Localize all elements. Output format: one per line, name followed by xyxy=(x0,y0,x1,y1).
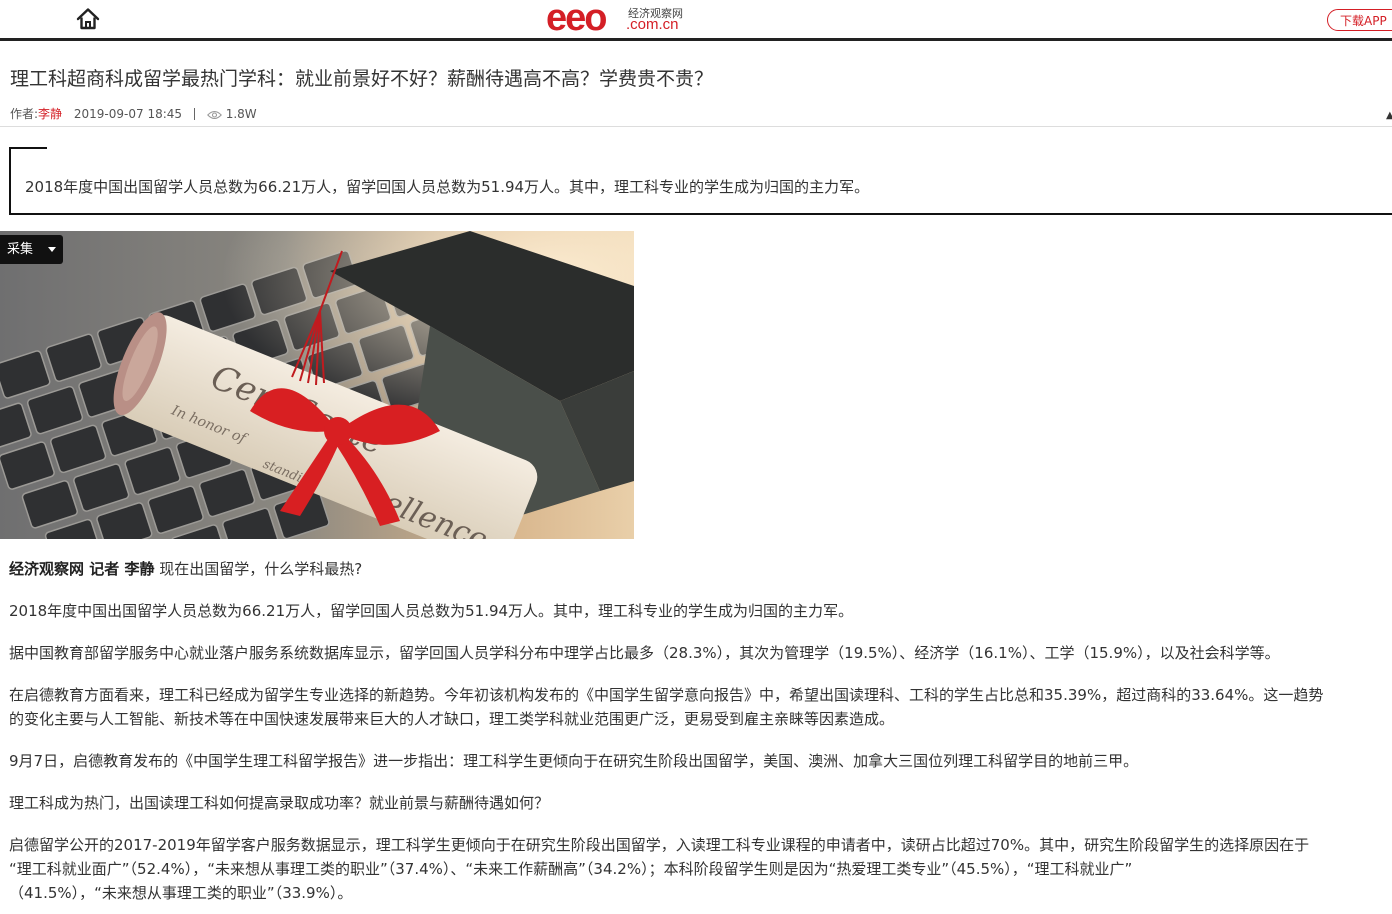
home-icon[interactable] xyxy=(75,6,101,32)
paragraph: （41.5%），“未来想从事理工类的职业”（33.9%）。 xyxy=(9,884,353,902)
header-divider xyxy=(0,38,1392,41)
meta-divider xyxy=(0,126,1392,127)
article-image: Certificate In honor of standing cellenc… xyxy=(0,231,634,539)
logo-domain-text: .com.cn xyxy=(626,16,679,33)
collect-button[interactable]: 采集 xyxy=(0,235,63,264)
collect-label: 采集 xyxy=(7,242,34,257)
paragraph: 据中国教育部留学服务中心就业落户服务系统数据库显示，留学回国人员学科分布中理学占… xyxy=(9,644,1280,662)
article-meta: 作者:李静 2019-09-07 18:45 1.8W xyxy=(10,105,257,122)
author-link[interactable]: 李静 xyxy=(38,107,62,121)
logo-text: eeo xyxy=(546,0,608,39)
view-count: 1.8W xyxy=(225,107,257,121)
lead-bold: 经济观察网 记者 李静 xyxy=(9,560,155,578)
lead-text: 现在出国留学，什么学科最热? xyxy=(154,560,363,578)
author-label: 作者: xyxy=(10,107,39,121)
paragraph: 理工科成为热门，出国读理工科如何提高录取成功率？就业前景与薪酬待遇如何？ xyxy=(9,794,550,812)
eye-icon xyxy=(206,110,222,120)
caret-down-icon xyxy=(48,247,56,252)
lead-paragraph: 经济观察网 记者 李静 现在出国留学，什么学科最热? xyxy=(9,557,362,581)
paragraph: “理工科就业面广”（52.4%），“未来想从事理工类的职业”（37.4%）、“未… xyxy=(9,860,1133,878)
publish-date: 2019-09-07 18:45 xyxy=(73,107,183,121)
top-bar: eeo 经济观察网 .com.cn 下载APP xyxy=(0,0,1392,39)
meta-separator xyxy=(193,108,195,120)
paragraph: 在启德教育方面看来，理工科已经成为留学生专业选择的新趋势。今年初该机构发布的《中… xyxy=(9,686,1324,704)
paragraph: 2018年度中国出国留学人员总数为66.21万人，留学回国人员总数为51.94万… xyxy=(9,602,854,620)
article-summary: 2018年度中国出国留学人员总数为66.21万人，留学回国人员总数为51.94万… xyxy=(9,147,1392,215)
paragraph: 9月7日，启德教育发布的《中国学生理工科留学报告》进一步指出：理工科学生更倾向于… xyxy=(9,752,1139,770)
paragraph: 启德留学公开的2017-2019年留学客户服务数据显示，理工科学生更倾向于在研究… xyxy=(9,836,1310,854)
article-title: 理工科超商科成留学最热门学科：就业前景好不好？薪酬待遇高不高？学费贵不贵？ xyxy=(10,68,714,90)
summary-corner-mark xyxy=(9,147,47,149)
font-size-icon[interactable]: ▲ xyxy=(1386,110,1392,121)
paragraph: 的变化主要与人工智能、新技术等在中国快速发展带来巨大的人才缺口，理工类学科就业范… xyxy=(9,710,895,728)
summary-text: 2018年度中国出国留学人员总数为66.21万人，留学回国人员总数为51.94万… xyxy=(25,178,870,196)
download-app-button[interactable]: 下载APP xyxy=(1327,9,1392,31)
